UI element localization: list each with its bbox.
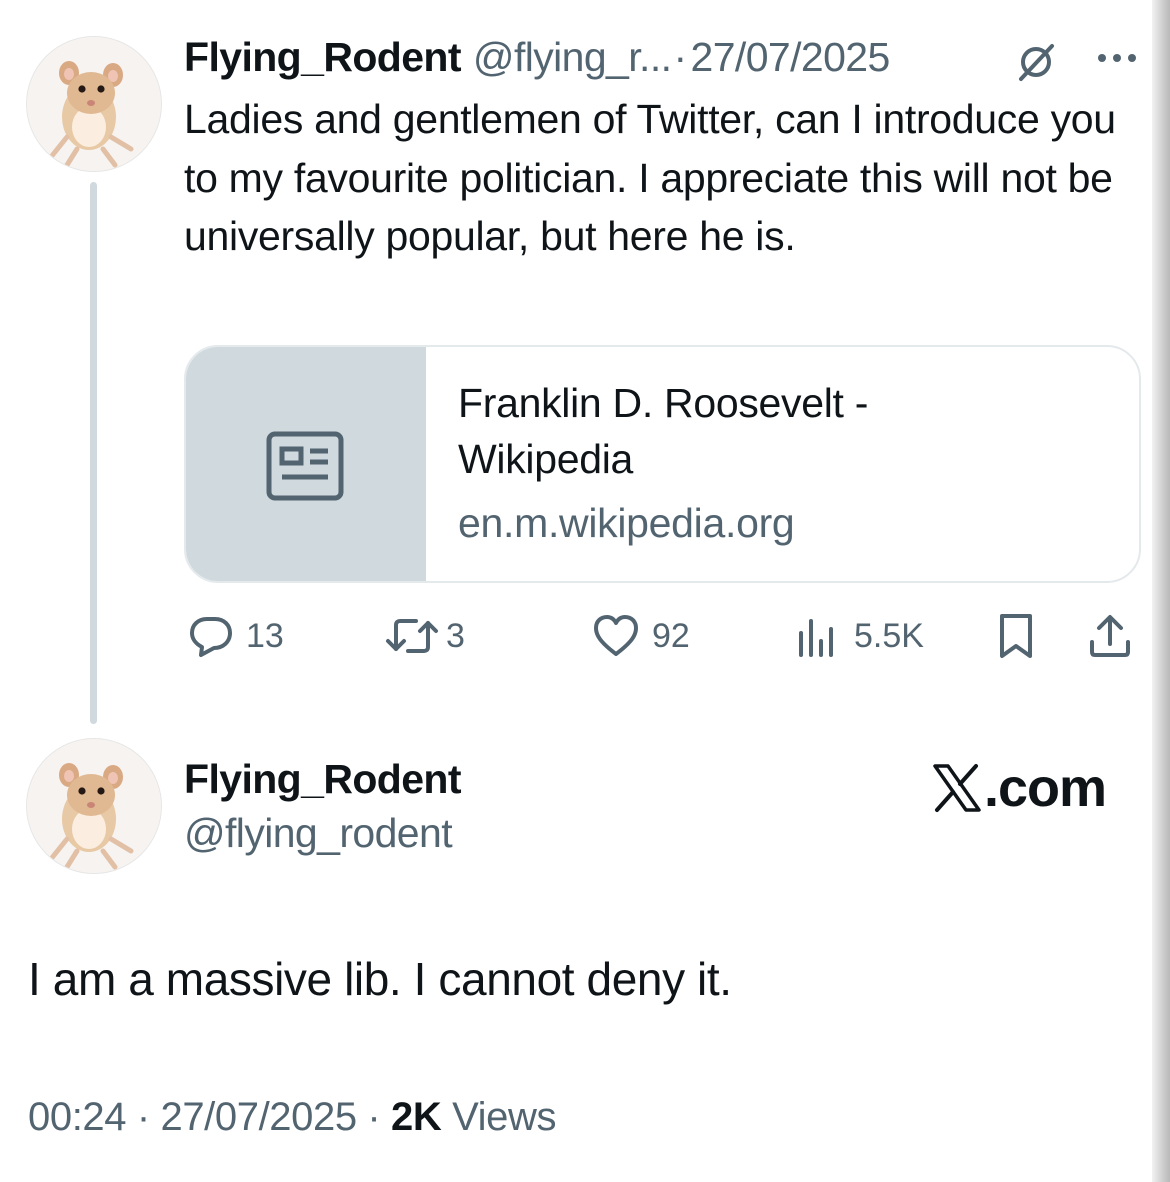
x-com-text: .com — [984, 758, 1107, 818]
avatar[interactable] — [26, 36, 162, 172]
tweet-header: Flying_Rodent @flying_r... · 27/07/2025 — [184, 30, 890, 84]
reply-count: 13 — [246, 616, 284, 655]
avatar[interactable] — [26, 738, 162, 874]
handle[interactable]: @flying_r... — [473, 30, 672, 84]
grok-icon[interactable] — [1012, 38, 1060, 86]
link-thumbnail — [186, 347, 426, 581]
tweet-text: Ladies and gentlemen of Twitter, can I i… — [184, 96, 1116, 259]
thread-connector-line — [90, 182, 97, 724]
hamster-avatar-image — [27, 739, 161, 873]
handle[interactable]: @flying_rodent — [184, 806, 453, 860]
repost-icon — [386, 619, 438, 653]
news-article-icon — [266, 431, 344, 501]
hamster-avatar-image — [27, 37, 161, 171]
link-card-domain: en.m.wikipedia.org — [458, 500, 795, 546]
tweet-time[interactable]: 00:24 — [28, 1095, 127, 1139]
reply-icon — [190, 617, 232, 657]
views-label: Views — [452, 1095, 557, 1139]
bookmark-button[interactable] — [996, 610, 1036, 662]
link-card-title: Franklin D. Roosevelt - Wikipedia — [458, 380, 869, 482]
reply-button[interactable]: 13 — [188, 610, 284, 662]
x-logo-icon — [933, 764, 981, 812]
share-icon — [1090, 615, 1130, 657]
tweet-text: I am a massive lib. I cannot deny it. — [28, 953, 732, 1005]
views-icon — [799, 619, 833, 657]
display-name[interactable]: Flying_Rodent — [184, 752, 462, 806]
repost-count: 3 — [446, 616, 465, 655]
bookmark-icon — [1000, 614, 1032, 658]
separator-dot: · — [367, 1095, 381, 1139]
more-icon[interactable] — [1093, 40, 1141, 76]
repost-button[interactable]: 3 — [384, 610, 465, 662]
views-button[interactable]: 5.5K — [796, 610, 924, 662]
like-button[interactable]: 92 — [592, 610, 690, 662]
tweet-date[interactable]: 27/07/2025 — [160, 1095, 357, 1139]
link-card[interactable]: Franklin D. Roosevelt - Wikipedia en.m.w… — [184, 345, 1141, 583]
share-button[interactable] — [1086, 610, 1134, 662]
views-count: 5.5K — [854, 616, 924, 655]
screen-edge — [1152, 0, 1170, 1182]
x-com-logo: .com — [932, 756, 1107, 820]
separator-dot: · — [673, 34, 687, 80]
separator-dot: · — [136, 1095, 150, 1139]
tweet-date[interactable]: 27/07/2025 — [691, 30, 891, 84]
heart-icon — [594, 615, 638, 656]
tweet-meta: 00:24 · 27/07/2025 · 2K Views — [28, 1090, 556, 1144]
like-count: 92 — [652, 616, 690, 655]
display-name[interactable]: Flying_Rodent — [184, 30, 462, 84]
views-count: 2K — [391, 1095, 442, 1139]
